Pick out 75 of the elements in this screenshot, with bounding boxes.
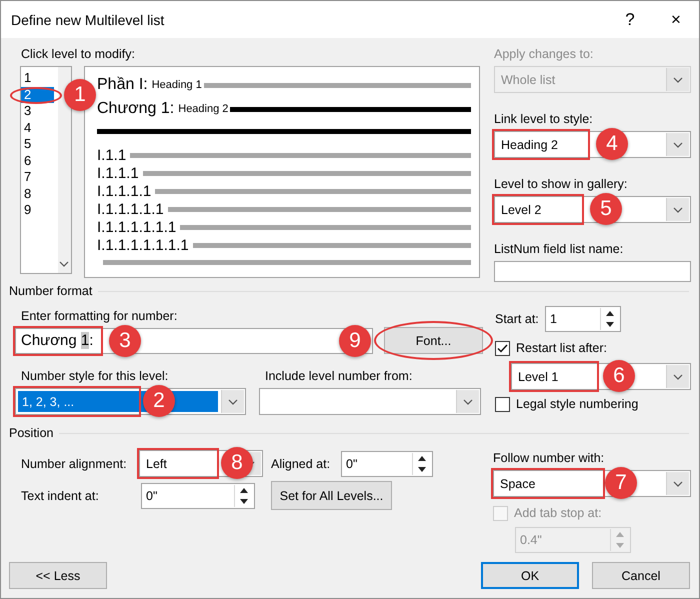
up-arrow-icon[interactable] <box>418 456 426 460</box>
callout-badge: 5 <box>590 193 622 225</box>
callout-badge: 6 <box>603 360 635 392</box>
close-button[interactable]: × <box>653 1 699 38</box>
check-icon <box>497 344 508 352</box>
up-arrow-icon[interactable] <box>606 311 614 316</box>
chevron-down-icon <box>673 480 683 486</box>
restart-checkbox[interactable] <box>495 340 510 356</box>
aligned-at-label: Aligned at: <box>271 456 332 472</box>
less-button[interactable]: << Less <box>9 562 107 589</box>
window-title: Define new Multilevel list <box>11 12 166 28</box>
level-list[interactable]: 1 2 3 4 5 6 7 8 9 <box>20 66 72 274</box>
level-item[interactable]: 4 <box>21 120 58 136</box>
callout-badge: 7 <box>605 467 637 499</box>
chevron-down-icon <box>228 398 238 404</box>
preview-style: Heading 2 <box>178 103 228 115</box>
follow-number-label: Follow number with: <box>493 450 606 466</box>
format-label: Enter formatting for number: <box>21 308 178 324</box>
preview-number: I.1.1.1.1.1 <box>97 200 164 218</box>
level-list-label: Click level to modify: <box>21 46 136 62</box>
gallery-level-label: Level to show in gallery: <box>494 176 628 192</box>
aligned-at-spinner[interactable]: 0" <box>341 450 433 476</box>
chevron-down-icon <box>59 261 70 267</box>
level-item[interactable]: 3 <box>21 103 58 120</box>
down-arrow-icon[interactable] <box>606 322 614 327</box>
ok-button[interactable]: OK <box>481 562 579 589</box>
preview-number: Chương 1: <box>97 100 174 118</box>
help-button[interactable]: ? <box>607 1 653 38</box>
preview-number: I.1.1.1.1.1.1 <box>97 218 176 236</box>
link-level-label: Link level to style: <box>494 111 594 127</box>
legal-label: Legal style numbering <box>516 396 638 412</box>
level-item[interactable]: 9 <box>21 202 58 218</box>
callout-badge: 9 <box>339 325 371 357</box>
level-item[interactable]: 7 <box>21 169 58 186</box>
level-item[interactable]: 5 <box>21 136 58 152</box>
preview-number: I.1.1 <box>97 146 126 164</box>
start-at-label: Start at: <box>495 311 540 327</box>
section-title: Position <box>9 426 54 440</box>
start-at-spinner[interactable]: 1 <box>545 306 621 332</box>
number-style-label: Number style for this level: <box>21 368 170 384</box>
preview-number: I.1.1.1 <box>97 164 139 182</box>
restart-label: Restart list after: <box>516 340 607 356</box>
text-indent-label: Text indent at: <box>21 488 100 504</box>
up-arrow-icon[interactable] <box>240 488 248 492</box>
level-item[interactable]: 6 <box>21 152 58 169</box>
callout-badge: 2 <box>143 385 175 417</box>
preview-number: I.1.1.1.1 <box>97 182 152 200</box>
down-arrow-icon[interactable] <box>418 466 426 472</box>
chevron-down-icon <box>673 142 683 148</box>
level-item[interactable]: 1 <box>21 70 58 86</box>
chevron-down-icon <box>673 76 683 82</box>
include-level-dropdown[interactable] <box>259 388 481 415</box>
preview-number: Phần I: <box>97 76 148 94</box>
tab-stop-label: Add tab stop at: <box>514 505 602 521</box>
legal-checkbox[interactable] <box>495 396 510 412</box>
callout-badge: 4 <box>596 128 628 160</box>
level-item[interactable]: 8 <box>21 186 58 202</box>
chevron-down-icon <box>673 206 683 212</box>
chevron-down-icon <box>463 398 473 404</box>
number-alignment-label: Number alignment: <box>21 456 128 472</box>
chevron-down-icon <box>673 374 683 380</box>
preview-style: Heading 1 <box>152 79 202 91</box>
include-level-label: Include level number from: <box>265 368 412 384</box>
preview-number: I.1.1.1.1.1.1.1 <box>97 236 189 254</box>
listnum-label: ListNum field list name: <box>494 241 624 257</box>
set-all-levels-button[interactable]: Set for All Levels... <box>271 481 392 510</box>
text-indent-spinner[interactable]: 0" <box>141 482 255 508</box>
font-button[interactable]: Font... <box>384 327 483 354</box>
callout-badge: 8 <box>221 447 253 479</box>
down-arrow-icon[interactable] <box>240 498 248 504</box>
cancel-button[interactable]: Cancel <box>592 562 690 589</box>
listnum-field[interactable] <box>494 261 691 282</box>
apply-changes-label: Apply changes to: <box>494 46 594 62</box>
callout-badge: 3 <box>109 324 141 356</box>
section-title: Number format <box>9 284 92 298</box>
